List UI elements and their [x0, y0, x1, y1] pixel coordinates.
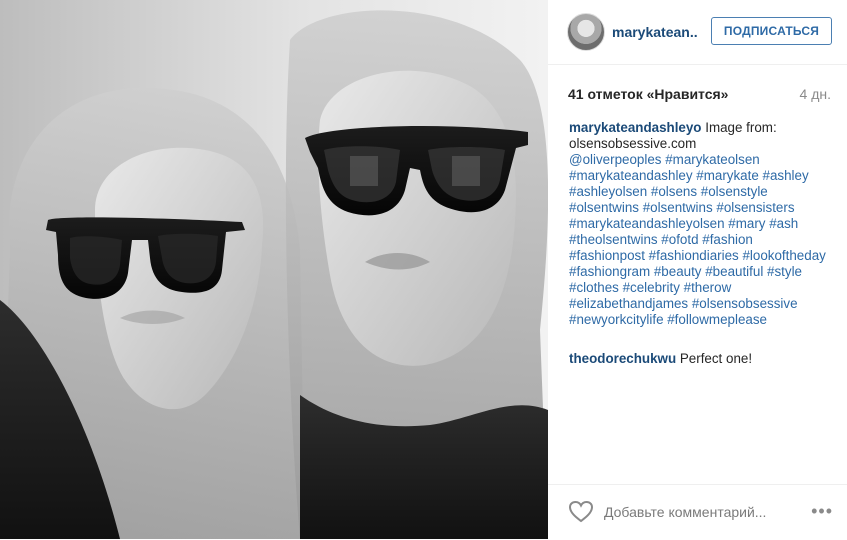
follow-button[interactable]: ПОДПИСАТЬСЯ [711, 17, 832, 45]
post-photo[interactable] [0, 0, 548, 539]
avatar[interactable] [567, 13, 605, 51]
comment-item: theodorechukwu Perfect one! [569, 351, 831, 367]
photo-svg [0, 0, 548, 539]
post-footer: Добавьте комментарий... ••• [548, 484, 847, 540]
comment-username[interactable]: theodorechukwu [569, 351, 676, 366]
heart-outline-icon[interactable] [568, 500, 594, 524]
caption-username[interactable]: marykateandashleyo [569, 120, 702, 135]
add-comment-input[interactable]: Добавьте комментарий... [604, 504, 766, 520]
post-header: marykatean.. ПОДПИСАТЬСЯ [548, 0, 847, 65]
post-sidebar: marykatean.. ПОДПИСАТЬСЯ 41 отметок «Нра… [548, 0, 847, 539]
caption: marykateandashleyo Image from: olsensobs… [569, 120, 831, 328]
caption-hashtags[interactable]: @oliverpeoples #marykateolsen #marykatea… [569, 152, 831, 328]
post-age[interactable]: 4 дн. [800, 86, 831, 102]
comment-text: Perfect one! [676, 351, 753, 366]
more-options-icon[interactable]: ••• [811, 501, 833, 522]
post-author-username[interactable]: marykatean.. [612, 24, 698, 40]
likes-count[interactable]: 41 отметок «Нравится» [568, 86, 728, 102]
